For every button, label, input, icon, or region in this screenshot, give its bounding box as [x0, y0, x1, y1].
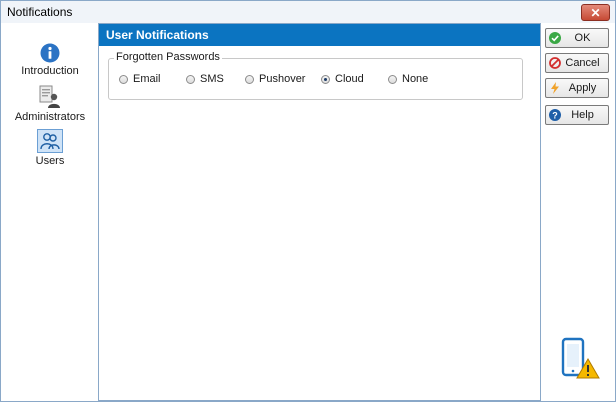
radio-button-checked[interactable] [321, 74, 330, 84]
sidebar-item-users[interactable]: Users [5, 129, 95, 167]
phone-warning-icon [561, 337, 600, 379]
content-panel: User Notifications Forgotten Passwords E… [98, 23, 541, 401]
window-title: Notifications [7, 5, 73, 19]
radio-pushover[interactable]: Pushover [245, 73, 305, 85]
sidebar: Introduction Administrators Users [1, 23, 98, 401]
sidebar-item-label: Introduction [21, 65, 79, 77]
close-icon: ✕ [590, 5, 601, 20]
radio-email[interactable]: Email [119, 73, 161, 85]
radio-label: None [402, 73, 429, 85]
close-button[interactable]: ✕ [581, 4, 610, 21]
check-icon [549, 32, 561, 44]
administrators-icon [39, 85, 60, 108]
users-icon [40, 133, 60, 150]
radio-button[interactable] [119, 74, 128, 84]
radio-button[interactable] [245, 74, 254, 84]
help-label: Help [571, 109, 594, 121]
selected-highlight [37, 129, 63, 153]
panel-header: User Notifications [99, 24, 540, 46]
radio-label: Email [133, 73, 161, 85]
help-button[interactable]: ? Help [545, 105, 609, 125]
apply-label: Apply [568, 82, 597, 94]
radio-label: SMS [200, 73, 224, 85]
radio-label: Pushover [259, 73, 306, 85]
sidebar-item-label: Users [35, 155, 65, 167]
apply-button[interactable]: Apply [545, 78, 609, 98]
notifications-window: Notifications ✕ Introduction Administrat… [0, 0, 616, 402]
info-icon [40, 43, 60, 63]
help-icon: ? [549, 109, 561, 121]
svg-text:?: ? [552, 110, 558, 120]
group-label: Forgotten Passwords [114, 51, 222, 63]
radio-sms[interactable]: SMS [186, 73, 224, 85]
cancel-label: Cancel [565, 57, 600, 69]
lightning-icon [549, 82, 561, 94]
ok-label: OK [574, 32, 591, 44]
cancel-button[interactable]: Cancel [545, 53, 609, 73]
radio-button[interactable] [186, 74, 195, 84]
client-area: Introduction Administrators Users User N… [1, 23, 615, 401]
radio-label: Cloud [335, 73, 364, 85]
title-bar: Notifications ✕ [1, 1, 615, 23]
radio-button[interactable] [388, 74, 397, 84]
ok-button[interactable]: OK [545, 28, 609, 48]
radio-none[interactable]: None [388, 73, 428, 85]
sidebar-item-label: Administrators [14, 111, 86, 123]
sidebar-item-introduction[interactable]: Introduction [5, 43, 95, 77]
cancel-icon [549, 57, 561, 69]
panel-title: User Notifications [106, 28, 209, 42]
forgotten-passwords-group: Forgotten Passwords Email SMS Pushover C… [108, 51, 523, 100]
sidebar-item-administrators[interactable]: Administrators [5, 85, 95, 123]
radio-cloud[interactable]: Cloud [321, 73, 364, 85]
